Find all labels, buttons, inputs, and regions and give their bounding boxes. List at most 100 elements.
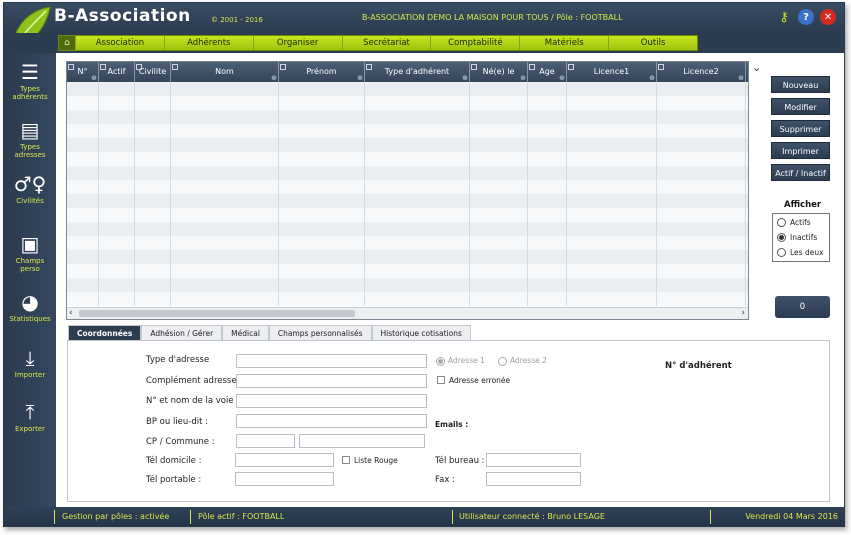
toggle-active-button[interactable]: Actif / Inactif bbox=[771, 164, 830, 181]
table-cell bbox=[67, 96, 99, 110]
tab-champs-personnalises[interactable]: Champs personnalisés bbox=[268, 325, 372, 340]
tel-domicile-input[interactable] bbox=[235, 453, 334, 467]
table-row[interactable] bbox=[67, 138, 748, 152]
table-cell bbox=[567, 250, 657, 264]
sidebar-item-statistiques[interactable]: ◕ Statistiques bbox=[4, 291, 56, 323]
tab-adhesion[interactable]: Adhésion / Gérer bbox=[141, 325, 223, 340]
display-option-les-deux[interactable]: Les deux bbox=[777, 248, 824, 257]
fax-input[interactable] bbox=[486, 472, 581, 486]
horizontal-scrollbar[interactable]: ‹ › bbox=[67, 307, 748, 319]
menu-adherents[interactable]: Adhérents bbox=[163, 36, 253, 50]
cp-input[interactable] bbox=[236, 434, 295, 448]
table-cell bbox=[171, 194, 279, 208]
tel-portable-input[interactable] bbox=[235, 472, 334, 486]
scroll-left-icon[interactable]: ‹ bbox=[69, 308, 73, 319]
table-row[interactable] bbox=[67, 292, 748, 306]
table-row[interactable] bbox=[67, 82, 748, 96]
table-row[interactable] bbox=[67, 278, 748, 292]
table-cell bbox=[365, 208, 470, 222]
col-licence1[interactable]: Licence1 ⊕ bbox=[567, 62, 657, 82]
table-row[interactable] bbox=[67, 96, 748, 110]
col-actif[interactable]: Actif bbox=[99, 62, 135, 82]
bp-input[interactable] bbox=[236, 414, 427, 428]
sidebar-item-civilites[interactable]: ♂♀ Civilités bbox=[4, 173, 56, 205]
liste-rouge-checkbox[interactable] bbox=[342, 456, 350, 464]
table-cell bbox=[528, 124, 567, 138]
menu-outils[interactable]: Outils bbox=[608, 36, 697, 50]
type-adresse-input[interactable] bbox=[236, 354, 427, 368]
radio-unchecked[interactable] bbox=[777, 218, 786, 227]
chevron-down-icon[interactable]: ⌄ bbox=[752, 61, 761, 74]
table-cell bbox=[67, 292, 99, 306]
title-bar: B-Association © 2001 - 2016 B-ASSOCIATIO… bbox=[4, 3, 844, 50]
table-row[interactable] bbox=[67, 250, 748, 264]
sidebar-item-champs-perso[interactable]: ▣ Champs perso bbox=[4, 233, 56, 273]
radio-unchecked[interactable] bbox=[777, 248, 786, 257]
table-cell bbox=[528, 292, 567, 306]
table-row[interactable] bbox=[67, 180, 748, 194]
table-row[interactable] bbox=[67, 264, 748, 278]
table-row[interactable] bbox=[67, 152, 748, 166]
sidebar-item-types-adherents[interactable]: ☰ Types adhérents bbox=[4, 61, 56, 101]
members-grid[interactable]: N° ⊕ Actif Civilite Nom ⊕ Prénom ⊕ Type d'a… bbox=[66, 61, 749, 320]
key-icon[interactable]: ⚷ bbox=[776, 9, 792, 25]
print-button[interactable]: Imprimer bbox=[771, 142, 830, 159]
table-cell bbox=[99, 82, 135, 96]
tel-bureau-input[interactable] bbox=[486, 453, 581, 467]
commune-input[interactable] bbox=[299, 434, 425, 448]
display-filter-title: Afficher bbox=[784, 200, 822, 210]
scrollbar-thumb[interactable] bbox=[79, 310, 355, 317]
col-type-adherent[interactable]: Type d'adhérent ⊕ bbox=[365, 62, 470, 82]
voie-input[interactable] bbox=[236, 394, 427, 408]
grid-body[interactable] bbox=[67, 82, 748, 307]
display-option-inactifs[interactable]: Inactifs bbox=[777, 233, 817, 242]
col-licence2[interactable]: Licence2 ⊕ bbox=[657, 62, 746, 82]
col-prenom[interactable]: Prénom ⊕ bbox=[279, 62, 365, 82]
table-row[interactable] bbox=[67, 222, 748, 236]
table-row[interactable] bbox=[67, 208, 748, 222]
menu-materiels[interactable]: Matériels bbox=[519, 36, 608, 50]
complement-adresse-input[interactable] bbox=[236, 374, 427, 388]
col-ne-le[interactable]: Né(e) le ⊕ bbox=[470, 62, 528, 82]
tab-historique-cotisations[interactable]: Historique cotisations bbox=[371, 325, 471, 340]
scroll-right-icon[interactable]: › bbox=[741, 308, 745, 319]
new-button[interactable]: Nouveau bbox=[771, 76, 830, 93]
adresse2-radio[interactable]: Adresse 2 bbox=[498, 356, 547, 366]
table-row[interactable] bbox=[67, 110, 748, 124]
table-cell bbox=[135, 250, 171, 264]
tab-coordonnees[interactable]: Coordonnées bbox=[68, 325, 142, 340]
menu-organiser[interactable]: Organiser bbox=[252, 36, 342, 50]
table-row[interactable] bbox=[67, 124, 748, 138]
edit-button[interactable]: Modifier bbox=[771, 98, 830, 115]
close-icon[interactable]: ✕ bbox=[820, 9, 836, 25]
table-cell bbox=[135, 110, 171, 124]
tab-medical[interactable]: Médical bbox=[222, 325, 269, 340]
sidebar-item-exporter[interactable]: ⤒ Exporter bbox=[4, 401, 56, 433]
col-age[interactable]: Age ⊕ bbox=[528, 62, 567, 82]
radio-checked[interactable] bbox=[777, 233, 786, 242]
adresse-erronee-checkbox[interactable] bbox=[437, 376, 445, 384]
label-liste-rouge: Liste Rouge bbox=[354, 456, 398, 465]
table-row[interactable] bbox=[67, 194, 748, 208]
delete-button[interactable]: Supprimer bbox=[771, 120, 830, 137]
col-nom[interactable]: Nom ⊕ bbox=[171, 62, 279, 82]
table-cell bbox=[99, 278, 135, 292]
table-cell bbox=[279, 236, 365, 250]
menu-comptabilite[interactable]: Comptabilité bbox=[430, 36, 519, 50]
display-option-actifs[interactable]: Actifs bbox=[777, 218, 811, 227]
col-numero[interactable]: N° ⊕ bbox=[67, 62, 99, 82]
table-row[interactable] bbox=[67, 166, 748, 180]
sidebar-item-importer[interactable]: ⤓ Importer bbox=[4, 347, 56, 379]
table-cell bbox=[279, 194, 365, 208]
statistics-icon: ◕ bbox=[21, 290, 39, 314]
col-civilite[interactable]: Civilite bbox=[135, 62, 171, 82]
table-cell bbox=[365, 110, 470, 124]
help-icon[interactable]: ? bbox=[798, 9, 814, 25]
menu-secretariat[interactable]: Secrétariat bbox=[341, 36, 431, 50]
sidebar-item-types-adresses[interactable]: ▤ Types adresses bbox=[4, 119, 56, 159]
table-row[interactable] bbox=[67, 236, 748, 250]
table-cell bbox=[657, 152, 746, 166]
menu-association[interactable]: Association bbox=[75, 36, 164, 50]
home-icon[interactable]: ⌂ bbox=[59, 36, 75, 50]
adresse1-radio[interactable]: Adresse 1 bbox=[436, 356, 485, 366]
